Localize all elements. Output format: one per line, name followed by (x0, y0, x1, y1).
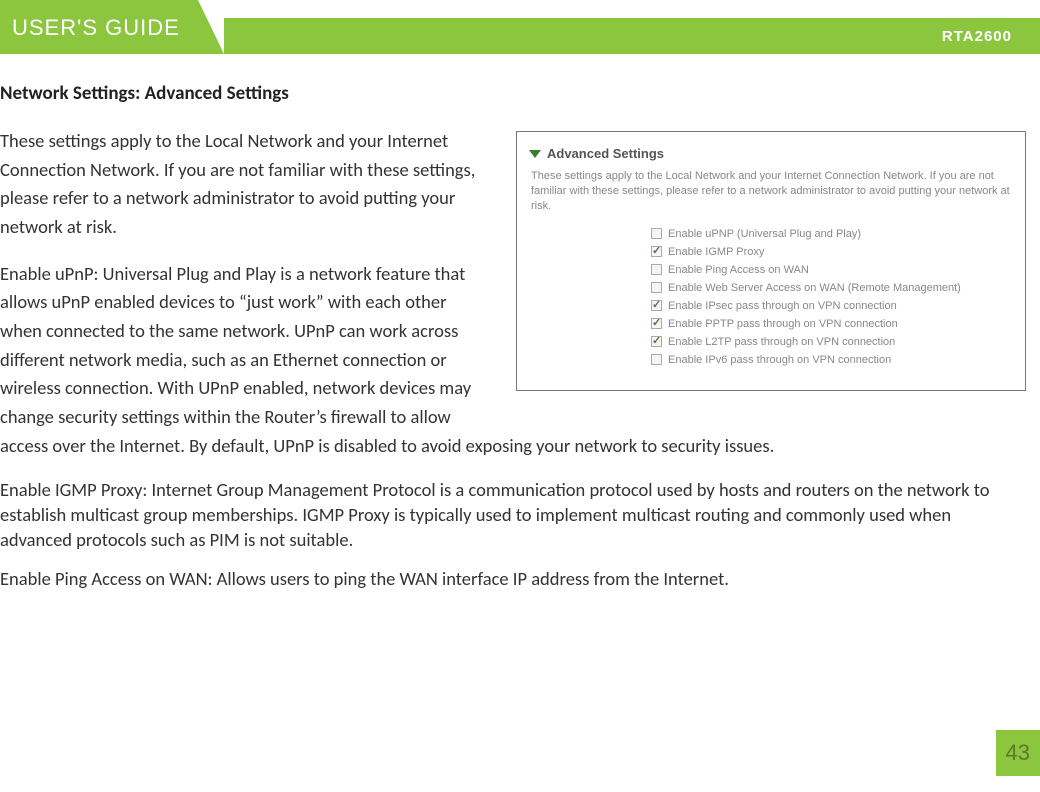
option-row: Enable Ping Access on WAN (651, 264, 1013, 276)
option-row: Enable L2TP pass through on VPN connecti… (651, 336, 1013, 348)
option-label: Enable Web Server Access on WAN (Remote … (668, 282, 961, 294)
checkbox-icon[interactable] (651, 282, 662, 293)
igmp-paragraph: Enable IGMP Proxy: Internet Group Manage… (0, 478, 1026, 553)
checkbox-icon[interactable] (651, 336, 662, 347)
screenshot-title-row: Advanced Settings (531, 146, 1013, 161)
expand-arrow-icon (529, 150, 541, 158)
option-row: Enable IPv6 pass through on VPN connecti… (651, 354, 1013, 366)
model-label: RTA2600 (942, 28, 1012, 45)
screenshot-title: Advanced Settings (547, 146, 664, 161)
page-content: Network Settings: Advanced Settings Adva… (0, 54, 1040, 592)
guide-title-tab: USER'S GUIDE (0, 0, 198, 54)
guide-title: USER'S GUIDE (12, 15, 180, 41)
option-row: Enable PPTP pass through on VPN connecti… (651, 318, 1013, 330)
ping-paragraph: Enable Ping Access on WAN: Allows users … (0, 567, 1026, 592)
screenshot-description: These settings apply to the Local Networ… (531, 169, 1013, 214)
checkbox-icon[interactable] (651, 318, 662, 329)
settings-screenshot: Advanced Settings These settings apply t… (516, 131, 1026, 391)
checkbox-icon[interactable] (651, 354, 662, 365)
screenshot-options: Enable uPNP (Universal Plug and Play) Ena… (531, 228, 1013, 366)
checkbox-icon[interactable] (651, 300, 662, 311)
option-row: Enable IGMP Proxy (651, 246, 1013, 258)
option-label: Enable IPsec pass through on VPN connect… (668, 300, 897, 312)
checkbox-icon[interactable] (651, 246, 662, 257)
body-row: Advanced Settings These settings apply t… (0, 127, 1026, 592)
option-label: Enable PPTP pass through on VPN connecti… (668, 318, 898, 330)
option-row: Enable uPNP (Universal Plug and Play) (651, 228, 1013, 240)
page-header: USER'S GUIDE RTA2600 (0, 0, 1040, 54)
option-label: Enable uPNP (Universal Plug and Play) (668, 228, 861, 240)
page-number: 43 (996, 730, 1040, 776)
option-label: Enable IPv6 pass through on VPN connecti… (668, 354, 891, 366)
checkbox-icon[interactable] (651, 228, 662, 239)
option-row: Enable Web Server Access on WAN (Remote … (651, 282, 1013, 294)
section-title: Network Settings: Advanced Settings (0, 82, 1026, 105)
model-bar: RTA2600 (224, 18, 1040, 54)
option-label: Enable L2TP pass through on VPN connecti… (668, 336, 895, 348)
option-row: Enable IPsec pass through on VPN connect… (651, 300, 1013, 312)
option-label: Enable Ping Access on WAN (668, 264, 809, 276)
option-label: Enable IGMP Proxy (668, 246, 764, 258)
checkbox-icon[interactable] (651, 264, 662, 275)
